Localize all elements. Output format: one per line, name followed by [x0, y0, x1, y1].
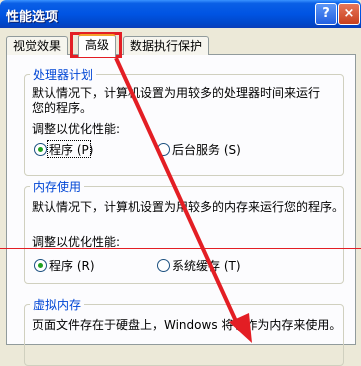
processor-programs-label[interactable]: 程序 (P) — [49, 141, 93, 158]
virtual-memory-description-line1: 页面文件存在于硬盘上，Windows 将它作为内存来使用。 — [32, 318, 342, 332]
memory-programs-radio[interactable] — [34, 259, 47, 272]
memory-usage-legend: 内存使用 — [30, 178, 85, 195]
memory-system-cache-label[interactable]: 系统缓存 (T) — [172, 257, 241, 274]
processor-background-label[interactable]: 后台服务 (S) — [172, 141, 241, 158]
processor-background-radio[interactable] — [157, 143, 170, 156]
help-button[interactable]: ? — [315, 3, 337, 25]
tab-visual-effects[interactable]: 视觉效果 — [6, 36, 69, 55]
window-title: 性能选项 — [6, 10, 59, 25]
processor-adjust-label: 调整以优化性能: — [32, 122, 121, 136]
processor-description-line2: 您的程序。 — [32, 101, 93, 115]
close-button[interactable]: × — [338, 3, 360, 25]
annotation-red-line — [0, 248, 361, 249]
virtual-memory-group — [24, 304, 344, 366]
memory-description-line1: 默认情况下，计算机设置为用较多的内存来运行您的程序。 — [32, 200, 345, 214]
tab-data-execution-prevention[interactable]: 数据执行保护 — [123, 36, 210, 55]
processor-scheduling-legend: 处理器计划 — [30, 66, 97, 83]
tab-advanced[interactable]: 高级 — [78, 34, 117, 57]
processor-programs-radio[interactable] — [34, 143, 47, 156]
memory-programs-label[interactable]: 程序 (R) — [49, 257, 95, 274]
title-bar: 性能选项 ? × — [0, 0, 361, 28]
memory-system-cache-radio[interactable] — [157, 259, 170, 272]
virtual-memory-legend: 虚拟内存 — [30, 296, 85, 313]
